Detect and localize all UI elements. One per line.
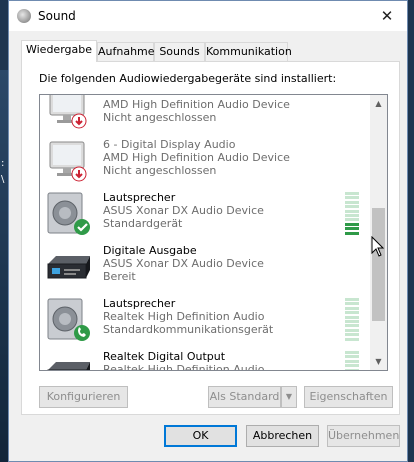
- meter-segment: [345, 320, 359, 323]
- volume-meter: [345, 192, 359, 236]
- title-bar[interactable]: Sound ✕: [9, 1, 407, 31]
- tab-wiedergabe[interactable]: Wiedergabe: [21, 40, 97, 62]
- monitor-icon: [49, 141, 87, 182]
- window-title: Sound: [38, 9, 76, 23]
- instructions-label: Die folgenden Audiowiedergabegeräte sind…: [39, 72, 337, 85]
- configure-button[interactable]: Konfigurieren: [39, 386, 128, 408]
- meter-segment: [345, 315, 359, 319]
- scroll-down-arrow-icon[interactable]: ▼: [370, 353, 387, 370]
- device-driver: ASUS Xonar DX Audio Device: [103, 257, 264, 270]
- device-driver: AMD High Definition Audio Device: [103, 151, 290, 164]
- close-icon[interactable]: ✕: [367, 1, 407, 31]
- meter-segment: [345, 200, 359, 204]
- meter-segment: [345, 359, 359, 363]
- scroll-up-arrow-icon[interactable]: ▲: [370, 95, 387, 112]
- volume-meter: [345, 298, 359, 342]
- meter-segment: [345, 192, 359, 195]
- list-item[interactable]: Realtek Digital Output Realtek High Defi…: [40, 346, 369, 371]
- list-item[interactable]: Digitale Ausgabe ASUS Xonar DX Audio Dev…: [40, 240, 369, 293]
- meter-segment: [345, 355, 359, 359]
- meter-segment: [345, 351, 359, 354]
- volume-meter: [345, 351, 359, 370]
- list-item[interactable]: AMD High Definition Audio Device Nicht a…: [40, 95, 369, 134]
- meter-segment: [345, 324, 359, 328]
- meter-segment: [345, 222, 359, 226]
- device-driver: Realtek High Definition Audio: [103, 310, 265, 323]
- meter-segment: [345, 306, 359, 310]
- meter-segment: [345, 328, 359, 332]
- meter-segment: [345, 205, 359, 209]
- meter-segment: [345, 214, 359, 217]
- device-name: 6 - Digital Display Audio: [103, 138, 236, 151]
- digital-output-icon: [47, 362, 90, 370]
- device-status: Nicht angeschlossen: [103, 164, 217, 177]
- meter-segment: [345, 298, 359, 301]
- device-name: Lautsprecher: [103, 297, 176, 310]
- tab-kommunikation[interactable]: Kommunikation: [205, 42, 292, 61]
- speaker-icon: [47, 298, 90, 341]
- meter-segment: [345, 364, 359, 368]
- list-item[interactable]: Lautsprecher ASUS Xonar DX Audio Device …: [40, 187, 369, 240]
- device-driver: ASUS Xonar DX Audio Device: [103, 204, 264, 217]
- speaker-icon: [47, 192, 90, 235]
- desktop-text-fragment: :: [1, 158, 5, 169]
- meter-segment: [345, 302, 359, 306]
- meter-segment: [345, 231, 359, 235]
- meter-segment: [345, 196, 359, 200]
- properties-button[interactable]: Eigenschaften: [304, 386, 393, 408]
- device-status: Bereit: [103, 270, 136, 283]
- meter-segment: [345, 311, 359, 315]
- device-driver: Realtek High Definition Audio: [103, 363, 265, 371]
- tab-aufnahme[interactable]: Aufnahme: [97, 42, 155, 61]
- device-list[interactable]: AMD High Definition Audio Device Nicht a…: [39, 94, 388, 371]
- apply-button[interactable]: Übernehmen: [327, 425, 400, 447]
- device-status: Nicht angeschlossen: [103, 111, 217, 124]
- cancel-button[interactable]: Abbrechen: [246, 425, 319, 447]
- mouse-cursor-icon: [371, 236, 385, 257]
- playback-panel: Die folgenden Audiowiedergabegeräte sind…: [21, 61, 400, 415]
- scrollbar-thumb[interactable]: [372, 208, 385, 321]
- device-name: Digitale Ausgabe: [103, 244, 197, 257]
- sound-app-icon: [17, 9, 31, 23]
- ok-button[interactable]: OK: [164, 425, 237, 447]
- meter-segment: [345, 209, 359, 213]
- list-item[interactable]: Lautsprecher Realtek High Definition Aud…: [40, 293, 369, 346]
- set-default-dropdown-icon[interactable]: ▼: [281, 386, 297, 408]
- device-driver: AMD High Definition Audio Device: [103, 98, 290, 111]
- device-name: Lautsprecher: [103, 191, 176, 204]
- desktop-text-fragment: \: [1, 174, 5, 185]
- meter-segment: [345, 218, 359, 222]
- list-scrollbar[interactable]: ▲ ▼: [370, 95, 387, 370]
- tab-sounds[interactable]: Sounds: [154, 42, 205, 61]
- meter-segment: [345, 368, 359, 370]
- meter-segment: [345, 333, 359, 337]
- device-name: Realtek Digital Output: [103, 350, 226, 363]
- meter-segment: [345, 227, 359, 231]
- device-status: Standardkommunikationsgerät: [103, 323, 274, 336]
- meter-segment: [345, 337, 359, 341]
- sound-dialog: Sound ✕ Wiedergabe Aufnahme Sounds Kommu…: [8, 0, 408, 462]
- device-status: Standardgerät: [103, 217, 183, 230]
- digital-output-icon: [47, 256, 90, 279]
- monitor-icon: [49, 95, 87, 129]
- list-item[interactable]: 6 - Digital Display Audio AMD High Defin…: [40, 134, 369, 187]
- set-default-button[interactable]: Als Standard: [208, 386, 281, 408]
